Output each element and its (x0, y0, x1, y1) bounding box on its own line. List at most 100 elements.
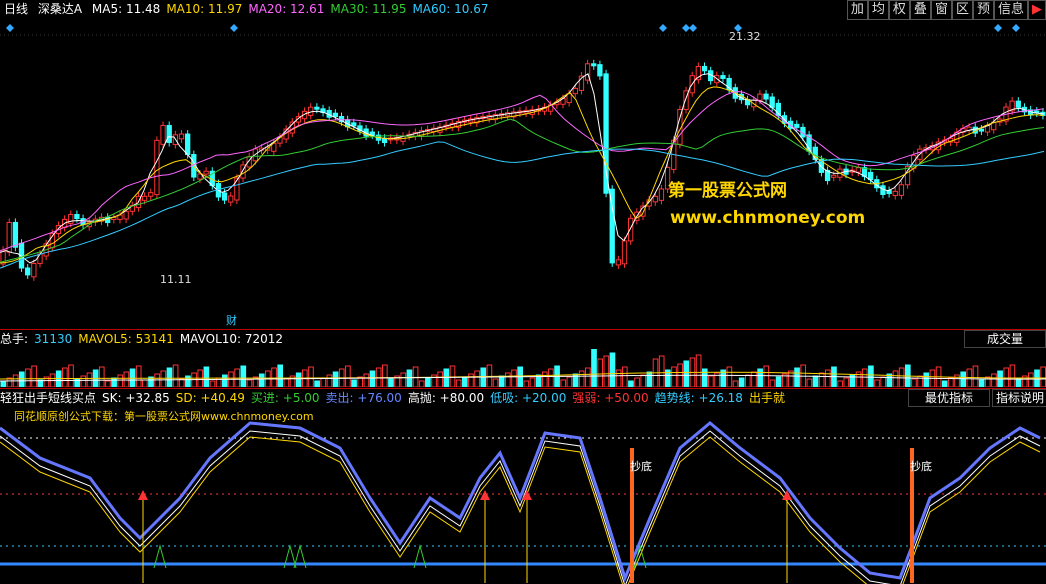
volume-bar (498, 375, 505, 387)
watermark-url: www.chnmoney.com (670, 208, 866, 228)
volume-bar (757, 368, 763, 387)
candle-body (37, 253, 43, 264)
volume-bar (966, 368, 973, 387)
bottom-signal-label: 抄底 (910, 460, 932, 473)
volume-bar (646, 371, 653, 387)
volume-bar (240, 365, 247, 387)
volume-bar (0, 380, 7, 387)
volume-value: 总手: (0, 332, 29, 346)
volume-bar (68, 364, 74, 387)
volume-bar (123, 371, 130, 387)
volume-bar (880, 376, 887, 387)
volume-bar (332, 371, 339, 387)
volume-bar (308, 366, 314, 387)
candle-body (314, 106, 320, 110)
stock-name[interactable]: 深桑达A (38, 0, 82, 18)
diamond-marker-icon (659, 24, 667, 32)
toolbar-button[interactable]: 加 (846, 0, 868, 20)
volume-bar (634, 377, 640, 387)
indicator-value: SK: +32.85 (102, 391, 170, 405)
volume-bar (566, 376, 573, 387)
candle-body (1015, 100, 1021, 108)
volume-bar (658, 355, 665, 387)
indicator-chart[interactable] (0, 408, 1046, 584)
volume-bar (621, 366, 628, 387)
candle-body (351, 122, 357, 127)
candle-body (141, 195, 148, 201)
candle-body (769, 96, 775, 108)
candle-body (178, 133, 185, 140)
volume-legend: 总手: 31130 MAVOL5: 53141 MAVOL10: 72012 (0, 330, 289, 348)
volume-bar (738, 377, 745, 387)
buy-arrow-icon (480, 490, 490, 500)
volume-bar (363, 373, 370, 387)
volume-bar (178, 378, 185, 387)
volume-bar (640, 374, 647, 387)
volume-bar (283, 378, 290, 387)
indicator-help-button[interactable]: 指标说明 (992, 389, 1046, 407)
play-icon[interactable]: ▶ (1028, 0, 1046, 20)
volume-bar (160, 370, 167, 387)
volume-bar (511, 369, 517, 387)
indicator-value: 买进: +5.00 (250, 391, 320, 405)
candle-body (123, 210, 129, 220)
volume-bar (591, 349, 597, 387)
volume-bar (314, 380, 320, 387)
candle-body (831, 174, 837, 178)
volume-bar (142, 379, 148, 387)
candle-body (757, 93, 763, 101)
volume-bar (628, 380, 634, 387)
candle-body (148, 192, 154, 197)
indicator-value: 卖出: +76.00 (325, 391, 402, 405)
toolbar-button[interactable]: 预 (972, 0, 994, 20)
ma-value: MA5: 11.48 (91, 2, 161, 16)
volume-bar (560, 379, 567, 387)
toolbar-button[interactable]: 均 (867, 0, 889, 20)
toolbar-button[interactable]: 窗 (930, 0, 952, 20)
volume-bar (425, 377, 431, 387)
toolbar-buttons: 加均权叠窗区预信息 ▶ (846, 0, 1046, 20)
diamond-marker-icon (6, 24, 14, 32)
volume-bar (548, 368, 554, 387)
indicator-value: 低吸: +20.00 (490, 391, 567, 405)
volume-bar (991, 373, 997, 387)
candle-body (234, 177, 240, 201)
financial-report-marker[interactable]: 财 (226, 312, 237, 328)
volume-bar (135, 365, 142, 387)
volume-bar (222, 374, 228, 387)
period-label[interactable]: 日线 (4, 0, 28, 18)
volume-bar (775, 376, 782, 387)
volume-bar (381, 364, 388, 387)
ma-value: MA60: 10.67 (412, 2, 489, 16)
candle-body (597, 64, 603, 77)
volume-bar (726, 366, 733, 387)
candle-body (31, 262, 37, 278)
volume-bar (437, 371, 444, 387)
volume-bar (1015, 378, 1022, 387)
candle-body (572, 87, 578, 95)
volume-bar (578, 370, 585, 387)
toolbar-button[interactable]: 叠 (909, 0, 931, 20)
volume-button[interactable]: 成交量 (964, 330, 1046, 348)
toolbar-button[interactable]: 区 (951, 0, 973, 20)
volume-bar (701, 368, 708, 387)
volume-bar (80, 375, 87, 387)
volume-chart[interactable] (0, 349, 1046, 387)
candlestick-chart[interactable] (0, 20, 1046, 328)
volume-bar (806, 378, 813, 387)
toolbar-button[interactable]: 权 (888, 0, 910, 20)
volume-bar (941, 380, 948, 387)
indicator-value: 高抛: +80.00 (407, 391, 485, 405)
candle-body (160, 124, 166, 145)
diamond-marker-icon (682, 24, 690, 32)
volume-bar (105, 380, 111, 387)
volume-bar (843, 377, 850, 387)
candle-body (566, 93, 572, 104)
volume-bar (172, 364, 179, 387)
volume-bar (351, 379, 357, 387)
volume-bar (388, 378, 394, 387)
candle-body (615, 259, 622, 266)
toolbar-button[interactable]: 信息 (993, 0, 1028, 20)
volume-bar (209, 380, 216, 387)
best-indicator-button[interactable]: 最优指标 (908, 389, 990, 407)
